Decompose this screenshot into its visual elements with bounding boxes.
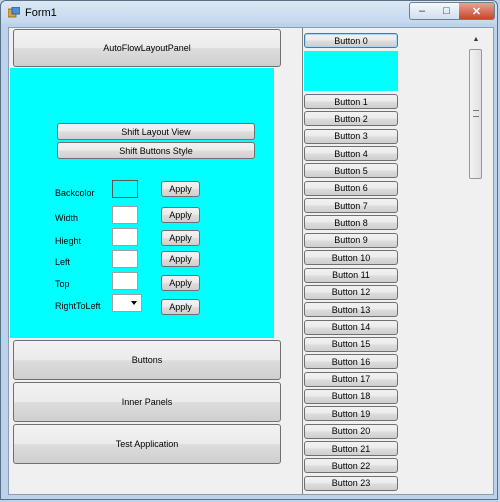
flow-cyan-panel bbox=[304, 51, 398, 91]
flow-button[interactable]: Button 10 bbox=[304, 250, 398, 266]
test-application-button[interactable]: Test Application bbox=[13, 424, 281, 464]
apply-backcolor-button[interactable]: Apply bbox=[161, 181, 200, 197]
flow-button[interactable]: Button 15 bbox=[304, 336, 398, 352]
buttons-button[interactable]: Buttons bbox=[13, 340, 281, 380]
chevron-down-icon bbox=[131, 301, 137, 305]
flow-button[interactable]: Button 18 bbox=[304, 388, 398, 404]
flow-button[interactable]: Button 5 bbox=[304, 163, 398, 179]
shift-layout-view-button[interactable]: Shift Layout View bbox=[57, 123, 255, 140]
apply-top-button[interactable]: Apply bbox=[161, 275, 200, 291]
height-label: Hieght bbox=[55, 236, 82, 246]
settings-panel: Shift Layout View Shift Buttons Style Ba… bbox=[10, 68, 274, 338]
title-bar[interactable]: Form1 – □ ✕ bbox=[1, 1, 499, 25]
top-input[interactable] bbox=[112, 272, 138, 290]
flow-button[interactable]: Button 12 bbox=[304, 284, 398, 300]
apply-left-button[interactable]: Apply bbox=[161, 251, 200, 267]
left-label: Left bbox=[55, 257, 71, 267]
flow-button[interactable]: Button 6 bbox=[304, 180, 398, 196]
backcolor-swatch[interactable] bbox=[112, 180, 138, 198]
flow-button[interactable]: Button 2 bbox=[304, 111, 398, 127]
form-window: Form1 – □ ✕ AutoFlowLayoutPanel Shift La… bbox=[0, 0, 498, 500]
scroll-thumb[interactable] bbox=[469, 49, 482, 179]
righttoleft-dropdown[interactable] bbox=[112, 294, 142, 312]
flow-button[interactable]: Button 4 bbox=[304, 146, 398, 162]
flow-button[interactable]: Button 11 bbox=[304, 267, 398, 283]
flow-button[interactable]: Button 7 bbox=[304, 198, 398, 214]
flow-button[interactable]: Button 21 bbox=[304, 441, 398, 456]
righttoleft-label: RightToLeft bbox=[55, 301, 101, 311]
autoflow-layout-panel-button[interactable]: AutoFlowLayoutPanel bbox=[13, 29, 281, 67]
height-input[interactable] bbox=[112, 228, 138, 246]
flow-button[interactable]: Button 20 bbox=[304, 423, 398, 439]
flow-button[interactable]: Button 19 bbox=[304, 406, 398, 422]
vertical-scrollbar[interactable]: ▲ bbox=[468, 32, 484, 494]
apply-righttoleft-button[interactable]: Apply bbox=[161, 299, 200, 315]
flow-button[interactable]: Button 3 bbox=[304, 128, 398, 144]
flow-button[interactable]: Button 0 bbox=[304, 33, 398, 48]
client-area: AutoFlowLayoutPanel Shift Layout View Sh… bbox=[8, 27, 494, 495]
close-button[interactable]: ✕ bbox=[459, 2, 495, 20]
left-panel: AutoFlowLayoutPanel Shift Layout View Sh… bbox=[9, 28, 303, 494]
flow-button[interactable]: Button 1 bbox=[304, 94, 398, 109]
width-label: Width bbox=[55, 213, 79, 223]
backcolor-label: Backcolor bbox=[55, 188, 95, 198]
flow-button[interactable]: Button 13 bbox=[304, 302, 398, 318]
left-input[interactable] bbox=[112, 250, 138, 268]
form-app-icon bbox=[8, 7, 20, 18]
inner-panels-button[interactable]: Inner Panels bbox=[13, 382, 281, 422]
maximize-button[interactable]: □ bbox=[434, 2, 460, 20]
scroll-up-arrow-icon[interactable]: ▲ bbox=[468, 32, 484, 46]
window-title: Form1 bbox=[25, 7, 57, 19]
flow-button[interactable]: Button 14 bbox=[304, 319, 398, 335]
grip-icon bbox=[473, 110, 479, 117]
apply-height-button[interactable]: Apply bbox=[161, 230, 200, 246]
width-input[interactable] bbox=[112, 206, 138, 224]
flow-button[interactable]: Button 8 bbox=[304, 215, 398, 231]
flow-layout-panel[interactable]: Button 0 Button 1 Button 2 Button 3 Button 4… bbox=[304, 28, 493, 494]
flow-button[interactable]: Button 16 bbox=[304, 354, 398, 370]
flow-button[interactable]: Button 9 bbox=[304, 232, 398, 248]
minimize-button[interactable]: – bbox=[409, 2, 435, 20]
shift-buttons-style-button[interactable]: Shift Buttons Style bbox=[57, 142, 255, 159]
flow-button[interactable]: Button 23 bbox=[304, 475, 398, 491]
flow-button[interactable]: Button 17 bbox=[304, 371, 398, 387]
apply-width-button[interactable]: Apply bbox=[161, 207, 200, 223]
flow-button[interactable]: Button 22 bbox=[304, 458, 398, 474]
top-label: Top bbox=[55, 279, 70, 289]
